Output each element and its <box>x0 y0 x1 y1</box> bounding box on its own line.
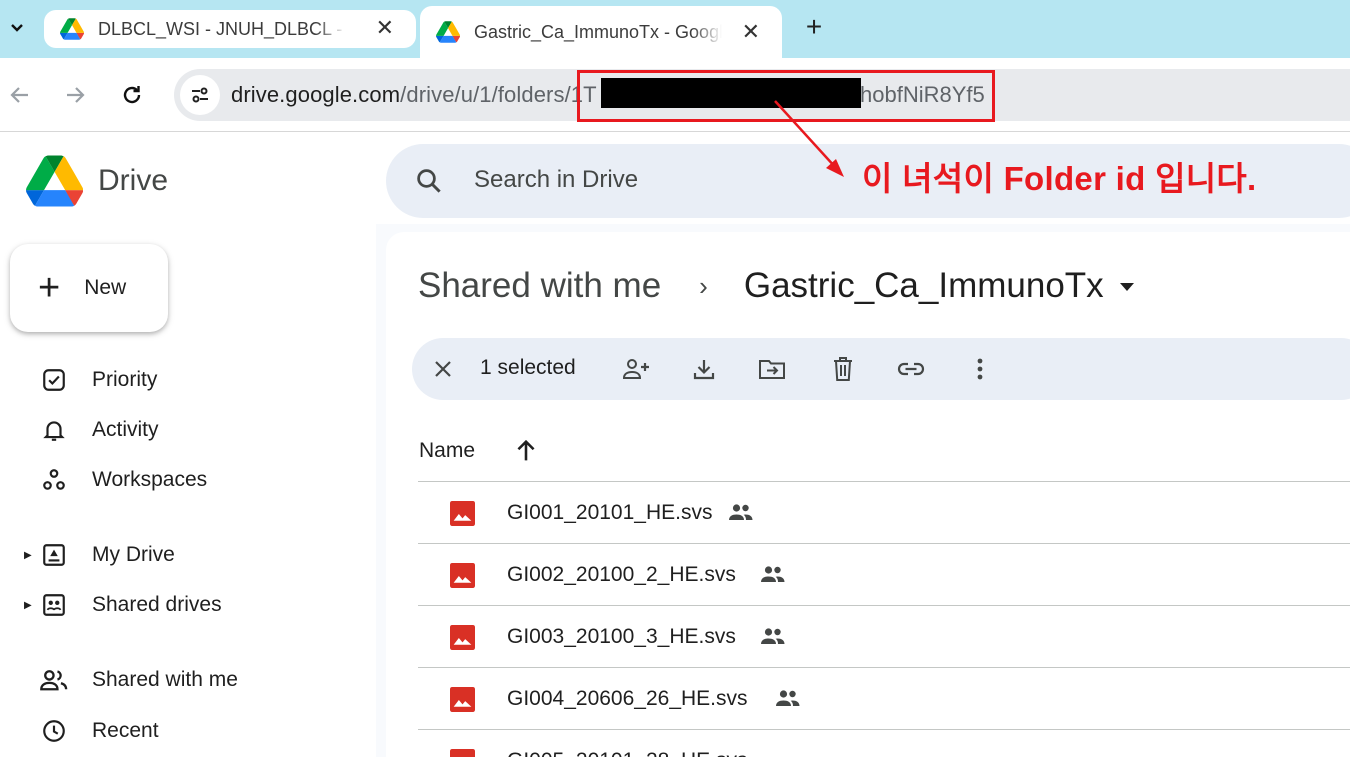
site-info-button[interactable] <box>180 75 220 115</box>
tab-title: Gastric_Ca_ImmunoTx - Google Drive <box>474 21 722 42</box>
forward-button[interactable] <box>60 80 90 110</box>
sidebar-item-label: Priority <box>92 368 158 391</box>
url-path: /drive/u/1/folders/1T <box>400 82 597 107</box>
file-row[interactable]: GI003_20100_3_HE.svs <box>418 606 1350 668</box>
file-row[interactable]: GI004_20606_26_HE.svs <box>418 668 1350 730</box>
tab-title: DLBCL_WSI - JNUH_DLBCL - Google Drive <box>98 18 346 39</box>
selection-count: 1 selected <box>480 356 576 379</box>
sidebar-item-label: Activity <box>92 418 159 441</box>
sidebar-item-shared-with-me[interactable]: Shared with me <box>0 657 380 703</box>
shared-people-icon <box>761 628 785 644</box>
breadcrumb-root[interactable]: Shared with me <box>418 266 661 306</box>
browser-tab-strip: DLBCL_WSI - JNUH_DLBCL - Google Drive ✕ … <box>0 0 1350 58</box>
expand-caret-icon[interactable]: ▶ <box>24 550 32 561</box>
sidebar-item-label: Shared with me <box>92 668 238 691</box>
back-button[interactable] <box>5 80 35 110</box>
file-name: GI005_20101_28_HE.svs <box>507 749 748 757</box>
sort-ascending-icon[interactable] <box>512 437 540 465</box>
shared-people-icon <box>776 690 800 706</box>
annotation-label: 이 녀석이 Folder id 입니다. <box>862 160 1257 197</box>
file-row[interactable]: GI002_20100_2_HE.svs <box>418 544 1350 606</box>
browser-tab-active[interactable]: Gastric_Ca_ImmunoTx - Google Drive ✕ <box>420 6 782 58</box>
sidebar-item-label: My Drive <box>92 543 175 566</box>
chevron-down-icon <box>11 24 23 32</box>
file-row[interactable]: GI005_20101_28_HE.svs <box>418 730 1350 757</box>
google-drive-favicon-icon <box>436 21 460 43</box>
my-drive-icon <box>38 539 70 571</box>
plus-icon: + <box>38 267 61 309</box>
file-list-header: Name <box>418 432 1350 482</box>
shared-people-icon <box>761 566 785 582</box>
sidebar-item-label: Workspaces <box>92 468 208 491</box>
file-name: GI003_20100_3_HE.svs <box>507 625 736 648</box>
reload-icon <box>123 86 141 104</box>
sidebar-item-recent[interactable]: Recent <box>0 708 380 754</box>
image-file-icon <box>450 501 475 526</box>
breadcrumb: Shared with me › Gastric_Ca_ImmunoTx <box>418 266 1136 306</box>
download-icon[interactable] <box>690 355 718 383</box>
close-icon[interactable] <box>430 355 456 383</box>
app-name[interactable]: Drive <box>98 164 168 198</box>
sidebar-item-label: Recent <box>92 719 159 742</box>
folder-menu-dropdown-icon[interactable] <box>1118 281 1136 293</box>
file-name: GI004_20606_26_HE.svs <box>507 687 748 710</box>
workspaces-icon <box>38 464 70 496</box>
search-icon[interactable] <box>414 166 444 196</box>
file-name: GI001_20101_HE.svs <box>507 501 713 524</box>
file-row[interactable]: GI001_20101_HE.svs <box>418 482 1350 544</box>
bell-icon <box>38 414 70 446</box>
breadcrumb-current-folder[interactable]: Gastric_Ca_ImmunoTx <box>744 266 1104 306</box>
sidebar-item-priority[interactable]: Priority <box>0 357 380 403</box>
file-name: GI002_20100_2_HE.svs <box>507 563 736 586</box>
new-button[interactable]: + New <box>10 244 168 332</box>
shared-people-icon <box>729 504 753 520</box>
tab-close-icon[interactable]: ✕ <box>376 17 394 39</box>
expand-caret-icon[interactable]: ▶ <box>24 600 32 611</box>
image-file-icon <box>450 687 475 712</box>
google-drive-logo-icon[interactable] <box>26 155 83 207</box>
clock-icon <box>38 715 70 747</box>
priority-icon <box>38 364 70 396</box>
people-icon <box>38 664 70 696</box>
shared-drives-icon <box>38 589 70 621</box>
tune-icon <box>192 87 208 103</box>
share-icon[interactable] <box>620 355 652 383</box>
image-file-icon <box>450 563 475 588</box>
sidebar-item-activity[interactable]: Activity <box>0 407 380 453</box>
new-tab-icon[interactable]: + <box>800 12 828 42</box>
move-icon[interactable] <box>757 355 787 383</box>
more-icon[interactable] <box>970 355 990 383</box>
new-button-label: New <box>84 276 127 299</box>
link-icon[interactable] <box>896 355 926 383</box>
tab-search-button[interactable] <box>0 8 34 48</box>
sidebar-item-workspaces[interactable]: Workspaces <box>0 457 380 503</box>
trash-icon[interactable] <box>829 355 857 383</box>
browser-tab-inactive[interactable]: DLBCL_WSI - JNUH_DLBCL - Google Drive ✕ <box>44 6 416 58</box>
reload-button[interactable] <box>117 80 147 110</box>
google-drive-favicon-icon <box>60 18 84 40</box>
image-file-icon <box>450 749 475 757</box>
sidebar-item-my-drive[interactable]: ▶ My Drive <box>0 532 380 578</box>
sidebar-item-shared-drives[interactable]: ▶ Shared drives <box>0 582 380 628</box>
selection-action-bar: 1 selected <box>412 338 1350 400</box>
forward-arrow-icon <box>67 87 85 103</box>
back-arrow-icon <box>10 87 28 103</box>
url-host: drive.google.com <box>231 82 401 107</box>
url-text: drive.google.com/drive/u/1/folders/1T <box>231 82 597 108</box>
name-column-header[interactable]: Name <box>419 439 475 463</box>
sidebar-item-label: Shared drives <box>92 593 222 616</box>
tab-close-icon[interactable]: ✕ <box>742 21 760 43</box>
annotation-highlight-box <box>577 70 995 122</box>
image-file-icon <box>450 625 475 650</box>
breadcrumb-separator: › <box>699 270 708 301</box>
